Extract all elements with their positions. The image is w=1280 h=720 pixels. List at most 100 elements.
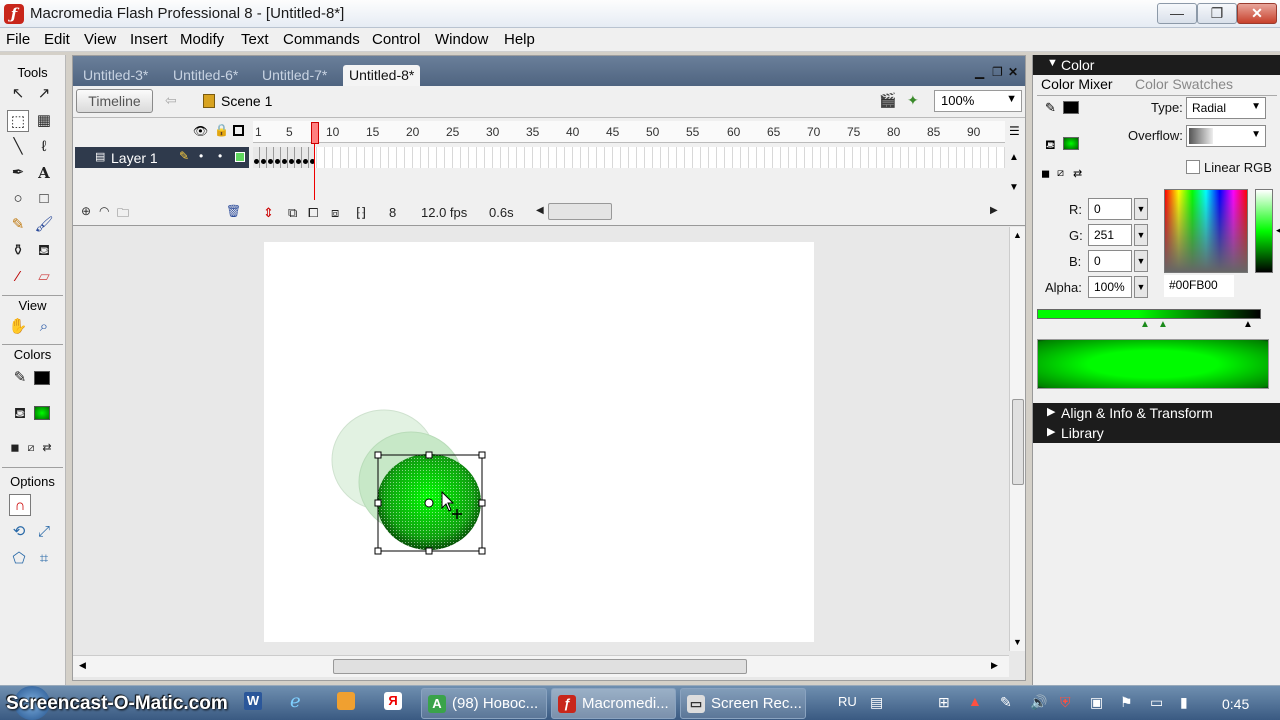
oval-tool-icon[interactable]: ○ <box>7 188 29 210</box>
yandex-icon[interactable]: Я <box>384 692 402 710</box>
distort-icon[interactable]: ⬠ <box>8 548 30 570</box>
layer-row[interactable]: ▤ Layer 1 ✎ • • <box>75 147 249 168</box>
add-motion-guide-icon[interactable]: ◠ <box>99 204 109 218</box>
stage[interactable] <box>264 242 814 642</box>
doc-minimize-icon[interactable]: ▁ <box>975 65 984 79</box>
transform-handle[interactable] <box>478 499 486 507</box>
line-tool-icon[interactable]: ╲ <box>7 136 29 158</box>
insert-folder-icon[interactable]: 🗀 <box>117 204 129 225</box>
delete-layer-icon[interactable]: 🗑 <box>226 204 241 218</box>
volume-icon[interactable]: 🔊 <box>1030 694 1047 711</box>
b-field[interactable]: 0 <box>1088 250 1132 272</box>
selection-tool-icon[interactable]: ↖ <box>7 83 29 105</box>
insert-layer-icon[interactable]: ⊕ <box>81 204 91 218</box>
center-frame-icon[interactable]: ⇕ <box>263 205 274 221</box>
g-field[interactable]: 251 <box>1088 224 1132 246</box>
edit-multiple-frames-icon[interactable]: ⧈ <box>331 205 339 221</box>
menu-commands[interactable]: Commands <box>283 31 360 48</box>
keyframe[interactable] <box>289 159 294 164</box>
doc-restore-icon[interactable]: ❐ <box>992 65 1003 79</box>
type-select[interactable]: Radial ▼ <box>1186 97 1266 119</box>
color-panel-header[interactable]: ▼ Color <box>1033 55 1280 75</box>
tab-color-mixer[interactable]: Color Mixer <box>1041 76 1113 92</box>
taskbar-flash-button[interactable]: ƒ Macromedi... <box>551 688 676 719</box>
gradient-pointer[interactable]: ▲ <box>1158 319 1168 330</box>
fill-color-swatch[interactable] <box>34 406 50 420</box>
chevron-right-icon[interactable]: ▶ <box>990 205 998 216</box>
fill-transform-tool-icon[interactable]: ▦ <box>33 110 55 132</box>
stage-canvas[interactable] <box>264 242 814 642</box>
keyframe[interactable] <box>282 159 287 164</box>
chevron-down-icon[interactable]: ▼ <box>1134 198 1148 220</box>
close-button[interactable]: ✕ <box>1237 3 1277 24</box>
eyedropper-tool-icon[interactable]: ⁄ <box>7 266 29 288</box>
edit-symbols-icon[interactable]: ✦ <box>907 92 919 109</box>
swap-colors-icon[interactable]: ⇄ <box>1073 167 1082 180</box>
back-arrow-icon[interactable]: ⇦ <box>165 92 177 109</box>
gradient-definition-bar[interactable] <box>1037 309 1261 319</box>
menu-help[interactable]: Help <box>504 31 535 48</box>
hand-tool-icon[interactable]: ✋ <box>7 316 29 338</box>
fill-color-swatch[interactable] <box>1063 137 1079 150</box>
chevron-left-icon[interactable]: ◀ <box>1276 225 1280 236</box>
menu-file[interactable]: File <box>6 31 30 48</box>
menu-insert[interactable]: Insert <box>130 31 168 48</box>
frames-row[interactable] <box>253 147 1005 168</box>
linear-rgb-checkbox[interactable] <box>1186 160 1200 174</box>
chevron-up-icon[interactable]: ▲ <box>1013 230 1022 240</box>
playhead[interactable] <box>311 122 319 144</box>
menu-window[interactable]: Window <box>435 31 488 48</box>
tab-untitled-6[interactable]: Untitled-6* <box>173 67 238 83</box>
menu-view[interactable]: View <box>84 31 116 48</box>
display-icon[interactable]: ▭ <box>1150 694 1163 711</box>
clock[interactable]: 0:45 <box>1222 696 1249 712</box>
lasso-tool-icon[interactable]: ℓ <box>33 136 55 158</box>
windows-icon[interactable]: ⊞ <box>938 694 950 711</box>
pen-icon[interactable]: ✎ <box>1000 694 1012 711</box>
pencil-tool-icon[interactable]: ✎ <box>7 214 29 236</box>
vertical-scroll-thumb[interactable] <box>1012 399 1024 485</box>
media-player-icon[interactable] <box>337 692 355 710</box>
chevron-down-icon[interactable]: ▼ <box>1134 250 1148 272</box>
doc-close-icon[interactable]: ✕ <box>1008 65 1018 79</box>
timeline-scroll-thumb[interactable] <box>548 203 612 220</box>
menu-control[interactable]: Control <box>372 31 420 48</box>
gradient-pointer[interactable]: ▲ <box>1140 319 1150 330</box>
gradient-pointer[interactable]: ▲ <box>1243 319 1253 330</box>
menu-text[interactable]: Text <box>241 31 269 48</box>
onion-outlines-icon[interactable]: ⧠ <box>308 205 318 221</box>
layer-name[interactable]: Layer 1 <box>111 150 158 166</box>
transform-handle[interactable] <box>374 547 382 555</box>
language-indicator[interactable]: RU <box>838 694 857 709</box>
swap-colors-icon[interactable]: ⇄ <box>36 437 58 459</box>
chevron-right-icon[interactable]: ▶ <box>991 660 998 671</box>
vertical-scrollbar[interactable]: ▲ ▼ <box>1009 227 1025 651</box>
edit-scene-icon[interactable]: 🎬 <box>879 92 896 109</box>
warning-icon[interactable]: ▲ <box>968 693 982 709</box>
tab-untitled-3[interactable]: Untitled-3* <box>83 67 148 83</box>
chevron-left-icon[interactable]: ◀ <box>79 660 86 671</box>
keyframe[interactable] <box>303 159 308 164</box>
keyframe[interactable] <box>268 159 273 164</box>
transform-handle[interactable] <box>478 451 486 459</box>
tab-untitled-8[interactable]: Untitled-8* <box>343 65 421 86</box>
snap-to-objects-icon[interactable]: ∩ <box>9 494 31 516</box>
no-color-icon[interactable]: ⧄ <box>1057 167 1064 180</box>
subselection-tool-icon[interactable]: ↗ <box>33 83 55 105</box>
chevron-up-icon[interactable]: ▲ <box>1009 152 1019 163</box>
chevron-down-icon[interactable]: ▼ <box>1134 276 1148 298</box>
paint-bucket-tool-icon[interactable]: ⛾ <box>33 240 55 262</box>
transform-handle[interactable] <box>374 499 382 507</box>
onion-skin-icon[interactable]: ⧉ <box>288 205 297 221</box>
brush-tool-icon[interactable]: 🖌 <box>33 214 55 236</box>
flash-app-icon[interactable]: ƒ <box>4 4 24 24</box>
show-hide-icon[interactable]: 👁 <box>193 124 208 138</box>
transform-handle[interactable] <box>478 547 486 555</box>
text-tool-icon[interactable]: A <box>33 162 55 184</box>
visible-dot-icon[interactable]: • <box>199 149 203 163</box>
modify-onion-markers-icon[interactable]: ⁅⁆ <box>356 205 366 221</box>
zoom-tool-icon[interactable]: ⌕ <box>33 316 55 338</box>
envelope-icon[interactable]: ⌗ <box>33 548 55 570</box>
keyframe[interactable] <box>296 159 301 164</box>
pen-tool-icon[interactable]: ✒ <box>7 162 29 184</box>
